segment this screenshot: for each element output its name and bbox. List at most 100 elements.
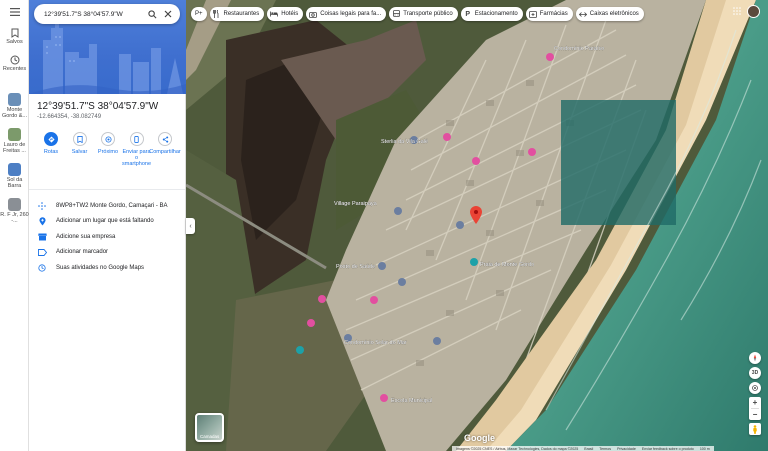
camera-icon [309, 11, 318, 18]
map-canvas[interactable]: Condomínio Paraíso Sterlia da Vila Galé … [186, 0, 768, 451]
compass-button[interactable] [749, 352, 761, 364]
map-footer: Imagens ©2025 CNES / Airbus, Maxar Techn… [452, 446, 714, 451]
share-icon [162, 135, 168, 143]
layers-label: Camadas [200, 434, 220, 439]
history-icon [10, 55, 19, 65]
chip-atms[interactable]: Caixas eletrônicos [575, 7, 644, 21]
clear-search-button[interactable] [162, 8, 174, 20]
nearby-icon [104, 135, 112, 143]
satellite-imagery[interactable]: Condomínio Paraíso Sterlia da Vila Galé … [186, 0, 768, 451]
share-button[interactable]: Compartilhar [149, 132, 181, 189]
chip-label: P+ [195, 11, 203, 17]
hotel-icon [270, 11, 279, 17]
rail-item-saved[interactable]: Salvos [0, 16, 29, 45]
place-panel: 12°39'51.7"S 38°04'57.9"W 12°39'51.7"S 3… [29, 0, 186, 451]
terms-link[interactable]: Termos [599, 447, 611, 451]
plus-code-row[interactable]: 8WP8+TW2 Monte Gordo, Camaçari - BA [29, 198, 185, 214]
street-view-pegman[interactable] [749, 423, 761, 435]
chip-more[interactable]: P+ [191, 7, 207, 21]
map-label[interactable]: Praia de Monte Gordo [480, 262, 534, 268]
map-label[interactable]: Sterlia da Vila Galé [381, 139, 428, 145]
privacy-link[interactable]: Privacidade [617, 447, 636, 451]
add-label-row[interactable]: Adicionar marcador [29, 245, 185, 261]
business-icon [37, 233, 47, 241]
recent-thumbnail [8, 93, 21, 106]
chip-hotels[interactable]: Hotéis [267, 7, 304, 21]
map-label[interactable]: Escola Municipal [391, 398, 433, 404]
chip-pharmacies[interactable]: Farmácias [525, 7, 573, 21]
scale-bar[interactable]: 100 m [700, 447, 710, 451]
chip-label: Restaurantes [223, 11, 260, 17]
chip-things-to-do[interactable]: Coisas legais para fa... [306, 7, 387, 21]
recent-thumbnail [8, 163, 21, 176]
chip-label: Estacionamento [474, 11, 518, 17]
search-box[interactable]: 12°39'51.7"S 38°04'57.9"W [34, 4, 180, 24]
map-label[interactable]: Village Paraipaya [334, 201, 378, 207]
chip-label: Caixas eletrônicos [589, 11, 639, 17]
zoom-out-button[interactable]: − [749, 409, 761, 420]
action-label: Enviar para o smartphone [121, 149, 152, 167]
map-label[interactable]: Condomínio Solar do Mar [344, 340, 407, 346]
google-logo: Google [464, 433, 495, 443]
map-label[interactable]: Posto de Saúde [336, 264, 375, 270]
my-location-button[interactable] [749, 382, 761, 394]
action-bar: Rotas Salvar Próximo Enviar para o smart… [29, 120, 185, 190]
compass-icon [753, 354, 757, 362]
action-label: Compartilhar [149, 149, 181, 155]
feedback-link[interactable]: Enviar feedback sobre o produto [642, 447, 694, 451]
details-list: 8WP8+TW2 Monte Gordo, Camaçari - BA Adic… [29, 190, 185, 276]
directions-icon [47, 135, 55, 143]
bookmark-icon [11, 28, 18, 38]
hero-image: 12°39'51.7"S 38°04'57.9"W [29, 0, 186, 94]
parking-icon: P [465, 10, 471, 18]
nearby-button[interactable]: Próximo [94, 132, 122, 189]
imagery-credit: Imagens ©2025 CNES / Airbus, Maxar Techn… [456, 446, 579, 451]
atm-icon [578, 11, 587, 17]
save-button[interactable]: Salvar [66, 132, 94, 189]
avatar[interactable] [747, 5, 760, 18]
recent-place-0[interactable]: Monte Gordo &... [0, 72, 29, 119]
add-place-text: Adicionar um lugar que está faltando [56, 218, 154, 225]
map-label[interactable]: Condomínio Paraíso [554, 46, 604, 52]
search-icon [147, 9, 156, 18]
action-label: Próximo [97, 149, 119, 155]
country-link[interactable]: Brasil [584, 447, 593, 451]
action-label: Rotas [43, 149, 59, 155]
bus-icon [392, 10, 400, 17]
label-icon [37, 248, 47, 256]
search-input[interactable]: 12°39'51.7"S 38°04'57.9"W [44, 11, 142, 18]
recent-label: Monte Gordo &... [1, 107, 28, 119]
zoom-in-button[interactable]: + [749, 397, 761, 408]
action-label: Salvar [71, 149, 88, 155]
tilt-3d-button[interactable]: 3D [749, 367, 761, 379]
activity-row[interactable]: Suas atividades no Google Maps [29, 260, 185, 276]
add-label-text: Adicionar marcador [56, 249, 109, 256]
recent-label: Sol da Barra [6, 177, 23, 189]
recent-thumbnail [8, 128, 21, 141]
recent-label: R. F Jr, 260 -... [0, 212, 29, 224]
recent-place-3[interactable]: R. F Jr, 260 -... [0, 189, 29, 224]
add-business-row[interactable]: Adicione sua empresa [29, 229, 185, 245]
send-to-phone-button[interactable]: Enviar para o smartphone [121, 132, 152, 189]
menu-icon [9, 8, 20, 16]
directions-button[interactable]: Rotas [37, 132, 65, 189]
chip-transit[interactable]: Transporte público [389, 7, 458, 21]
chevron-left-icon: ‹ [189, 222, 192, 230]
chip-parking[interactable]: P Estacionamento [460, 7, 523, 21]
rail-item-label: Salvos [6, 39, 23, 45]
layers-button[interactable]: Camadas [195, 413, 224, 442]
collapse-panel-button[interactable]: ‹ [186, 218, 195, 234]
add-business-text: Adicione sua empresa [56, 233, 116, 240]
search-button[interactable] [146, 8, 158, 20]
apps-button[interactable] [733, 6, 741, 18]
rail-item-recent[interactable]: Recentes [0, 45, 29, 72]
phone-icon [134, 135, 139, 143]
chip-label: Farmácias [539, 11, 568, 17]
add-place-row[interactable]: Adicionar um lugar que está faltando [29, 214, 185, 230]
recent-place-2[interactable]: Sol da Barra [0, 154, 29, 189]
chip-label: Transporte público [403, 11, 453, 17]
bookmark-icon [76, 135, 83, 143]
chip-restaurants[interactable]: Restaurantes [209, 7, 265, 21]
menu-button[interactable] [0, 0, 29, 16]
recent-place-1[interactable]: Lauro de Freitas ... [0, 119, 29, 154]
